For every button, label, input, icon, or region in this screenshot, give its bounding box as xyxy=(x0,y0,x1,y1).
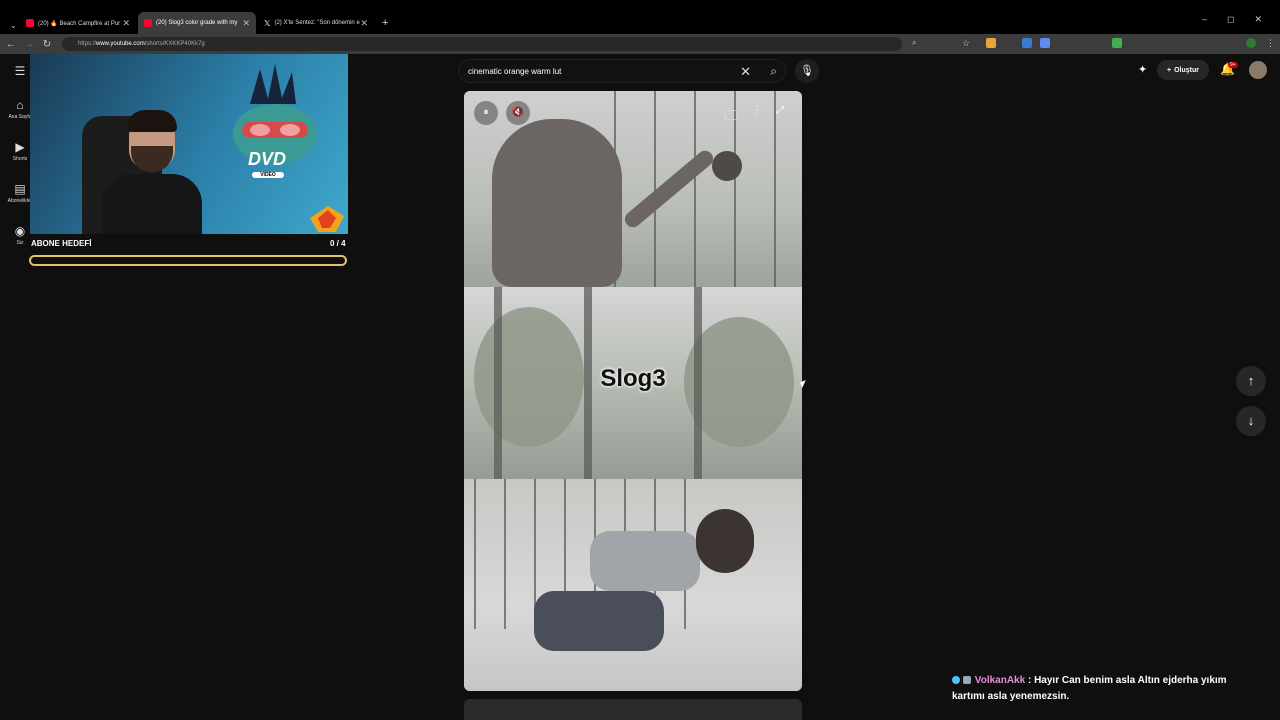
back-icon[interactable]: ← xyxy=(2,39,20,50)
forward-icon[interactable]: → xyxy=(20,39,38,50)
minimize-button[interactable]: – xyxy=(1202,14,1207,25)
chat-username: VolkanAkk xyxy=(974,675,1026,686)
tab-x-sentez[interactable]: 𝕏 (2) X'te Sentez: "Son dönemin e ✕ xyxy=(258,12,374,34)
window-controls: – ◻ ✕ xyxy=(1202,14,1280,25)
tab-slog3-color-grade[interactable]: (20) Slog3 color grade with my ✕ xyxy=(138,12,256,34)
mouse-cursor xyxy=(800,380,808,388)
chat-badge-icon xyxy=(962,676,971,684)
extension-icon[interactable] xyxy=(986,38,996,48)
youtube-favicon-icon xyxy=(26,19,34,27)
url-path: /shorts/KXKKP40Kk7g xyxy=(144,41,205,47)
fence-rail xyxy=(504,479,506,629)
tab-label: (20) 🔥 Beach Campfire at Pur xyxy=(38,20,121,27)
address-toolbar: ← → ↻ https://www.youtube.com/shorts/KXK… xyxy=(0,34,1280,54)
notification-count-badge: 9+ xyxy=(1228,62,1238,68)
sidebar-item-label: Ana Sayfa xyxy=(8,114,32,120)
next-short-preview[interactable] xyxy=(464,699,802,720)
more-options-icon[interactable]: ⋮ xyxy=(752,105,762,116)
search-icon[interactable]: ⌕ xyxy=(770,64,777,79)
url-field[interactable]: https://www.youtube.com/shorts/KXKKP40Kk… xyxy=(62,37,902,51)
close-window-button[interactable]: ✕ xyxy=(1254,14,1262,25)
restore-button[interactable]: ◻ xyxy=(1227,14,1234,25)
child-legs xyxy=(534,591,664,651)
chat-message: VolkanAkk : Hayır Can benim asla Altın e… xyxy=(952,673,1252,705)
bookmark-star-icon[interactable]: ☆ xyxy=(962,38,972,48)
fullscreen-icon[interactable]: ⤢ xyxy=(776,105,784,116)
tab-beach-campfire[interactable]: (20) 🔥 Beach Campfire at Pur ✕ xyxy=(20,12,136,34)
child-figure xyxy=(492,119,622,287)
url-prefix: https:// xyxy=(78,41,97,47)
extension-icon[interactable] xyxy=(1112,38,1122,48)
browser-menu-icon[interactable]: ⋮ xyxy=(1266,38,1276,48)
chat-separator: : xyxy=(1027,675,1032,686)
sidebar-item-label: Siz xyxy=(16,240,24,246)
tab-label: (2) X'te Sentez: "Son dönemin e xyxy=(274,20,360,26)
captions-icon[interactable] xyxy=(724,110,738,120)
shorts-player[interactable]: Slog3 ⏸ 🔇 ⋮ ⤢ xyxy=(464,91,802,691)
streamer xyxy=(92,110,202,234)
child-head xyxy=(696,509,754,573)
fence-rail xyxy=(474,479,476,629)
mute-button[interactable]: 🔇 xyxy=(506,101,530,125)
close-tab-icon[interactable]: ✕ xyxy=(242,18,250,29)
streamer-torso xyxy=(102,174,202,234)
search-box[interactable]: cinematic orange warm lut ✕ ⌕ xyxy=(458,59,786,83)
zoom-icon[interactable]: ⌕ xyxy=(912,38,922,48)
fire-bird-icon xyxy=(310,206,344,232)
subscriber-goal-title: ABONE HEDEFİ xyxy=(31,239,92,248)
fence-rail xyxy=(694,91,696,287)
create-button[interactable]: + Oluştur xyxy=(1157,60,1209,80)
microphone-icon[interactable]: 🎙 xyxy=(795,59,819,83)
search-input[interactable]: cinematic orange warm lut xyxy=(468,67,561,76)
extension-icon[interactable] xyxy=(1040,38,1050,48)
extension-icon[interactable] xyxy=(1022,38,1032,48)
tab-label: (20) Slog3 color grade with my xyxy=(156,20,238,26)
fence-rail xyxy=(774,91,776,287)
streamer-beard xyxy=(131,146,173,172)
child-fist xyxy=(712,151,742,181)
plus-icon: + xyxy=(1167,66,1172,74)
youtube-favicon-icon xyxy=(144,19,152,27)
child-arm xyxy=(621,147,717,231)
create-label: Oluştur xyxy=(1174,66,1199,74)
reload-icon[interactable]: ↻ xyxy=(38,39,56,50)
browser-tab-strip: ⌄ (20) 🔥 Beach Campfire at Pur ✕ (20) Sl… xyxy=(0,0,1280,34)
chat-badge-icon xyxy=(952,676,960,684)
fence-rail xyxy=(734,91,736,287)
child-body xyxy=(590,531,700,591)
dvd-logo-sub: VIDEO xyxy=(252,172,284,178)
sidebar-item-label: Abonelikler xyxy=(7,198,33,204)
next-short-button[interactable]: ↓ xyxy=(1236,406,1266,436)
close-tab-icon[interactable]: ✕ xyxy=(122,18,130,29)
x-favicon-icon: 𝕏 xyxy=(264,19,271,28)
clear-search-icon[interactable]: ✕ xyxy=(740,64,751,80)
sidebar-item-label: Shorts xyxy=(12,156,28,162)
video-overlay-text: Slog3 xyxy=(600,365,666,392)
previous-short-button[interactable]: ↑ xyxy=(1236,366,1266,396)
subscriber-goal-count: 0 / 4 xyxy=(330,239,346,248)
new-tab-button[interactable]: + xyxy=(376,12,394,34)
account-avatar[interactable] xyxy=(1249,61,1267,79)
streamer-hair xyxy=(127,110,177,132)
pause-button[interactable]: ⏸ xyxy=(474,101,498,125)
ai-sparkle-icon[interactable]: ✦ xyxy=(1138,63,1147,76)
close-tab-icon[interactable]: ✕ xyxy=(360,18,368,29)
webcam-overlay: DVD VIDEO xyxy=(30,54,348,234)
profile-icon[interactable] xyxy=(1246,38,1256,48)
url-domain: www.youtube.com xyxy=(96,41,145,47)
subscriber-goal-bar xyxy=(29,255,347,266)
